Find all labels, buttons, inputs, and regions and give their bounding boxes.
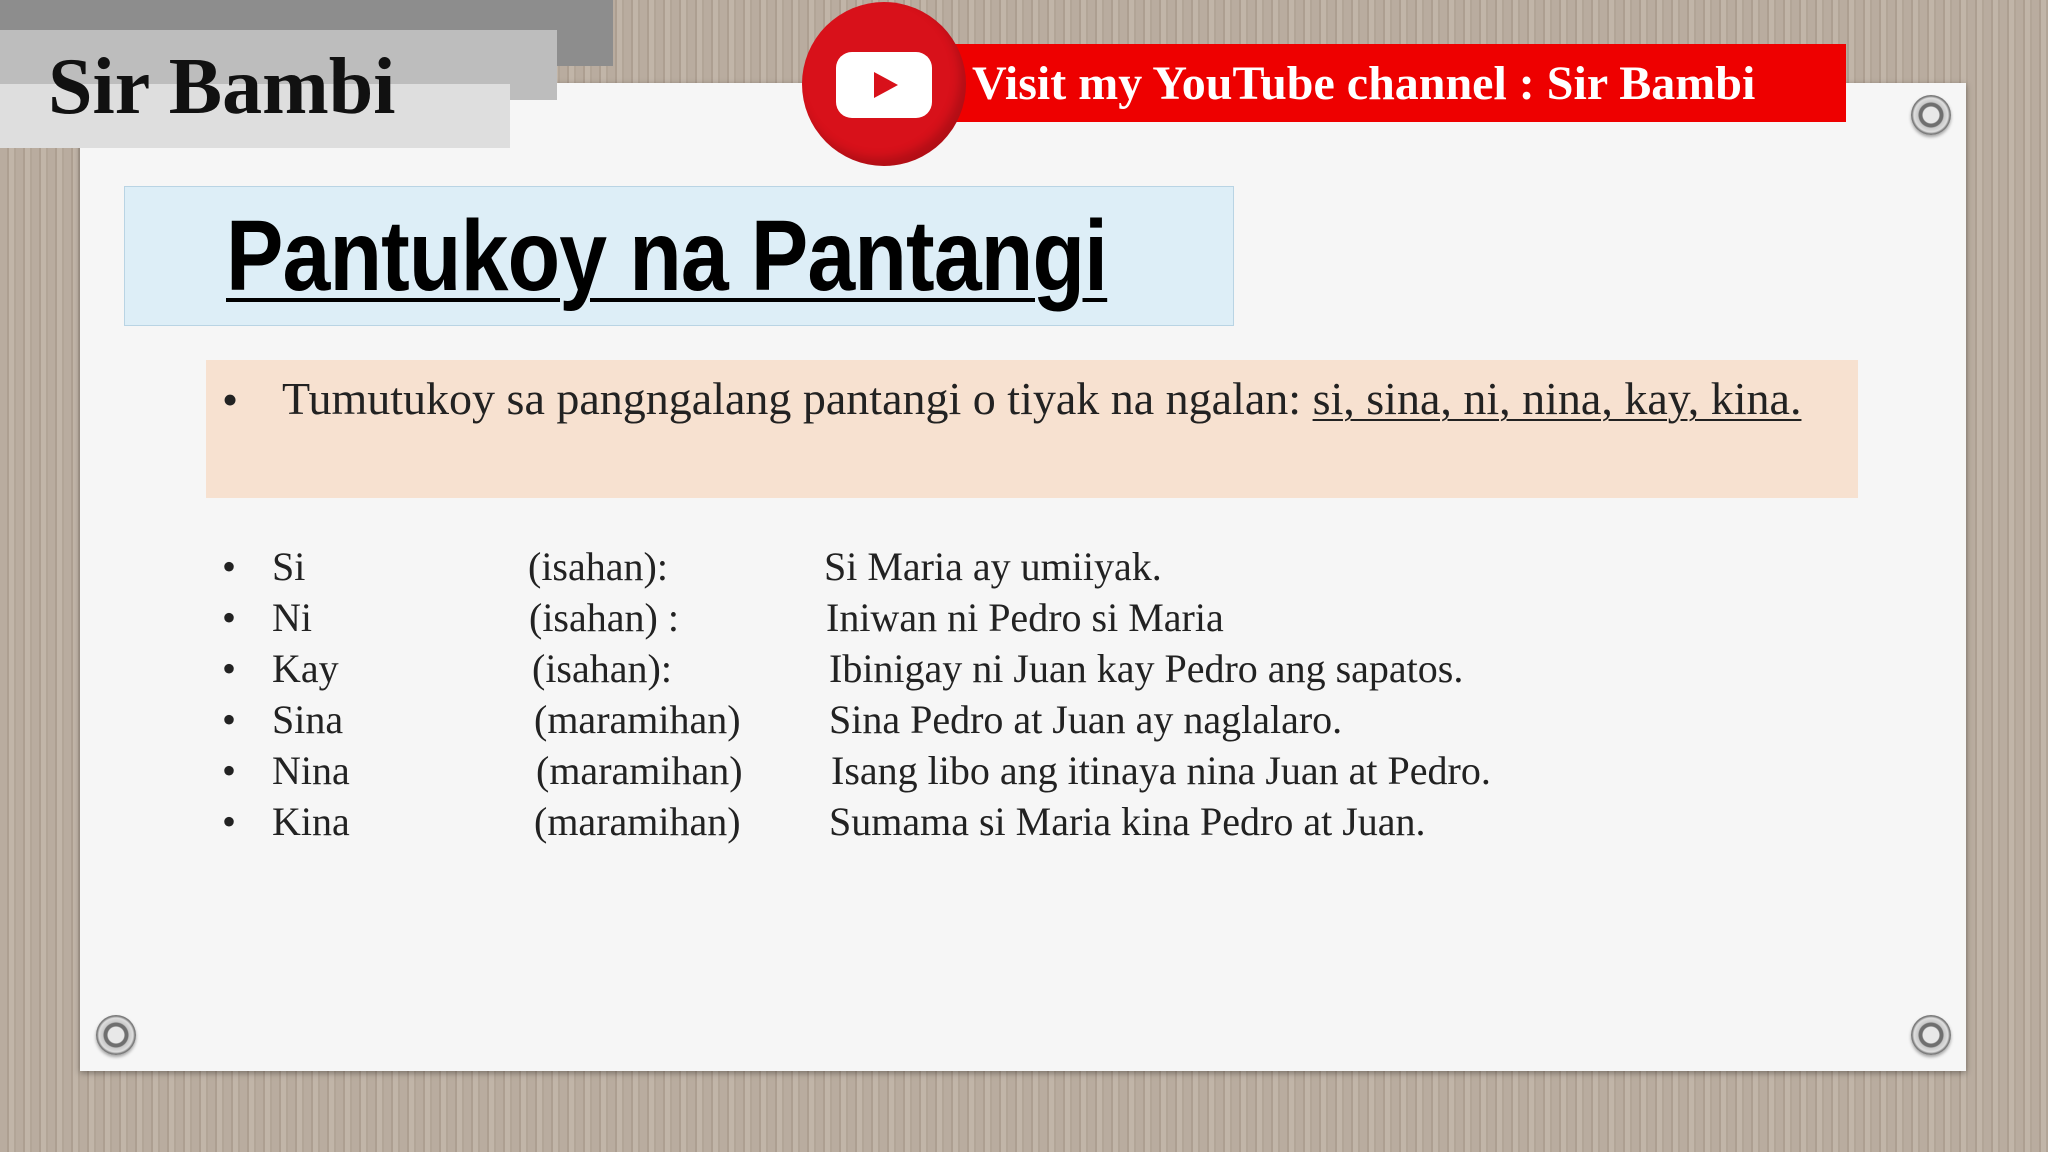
- article-number: (isahan):: [532, 646, 672, 691]
- article-example: Si Maria ay umiiyak.: [824, 544, 1162, 589]
- article-example: Sina Pedro at Juan ay naglalaro.: [829, 697, 1343, 742]
- article-term: Nina: [272, 748, 350, 793]
- article-term: Si: [272, 544, 306, 589]
- article-term: Kina: [272, 799, 350, 844]
- list-bullet: •: [222, 544, 237, 589]
- youtube-play-icon[interactable]: [836, 52, 932, 118]
- definition-bullet: •: [222, 374, 239, 425]
- definition-articles: si, sina, ni, nina, kay, kina.: [1312, 373, 1802, 424]
- article-example: Isang libo ang itinaya nina Juan at Pedr…: [831, 748, 1491, 793]
- article-number: (maramihan): [534, 799, 741, 844]
- article-number: (isahan):: [528, 544, 668, 589]
- article-example: Iniwan ni Pedro si Maria: [826, 595, 1224, 640]
- pin-top-right: [1911, 95, 1951, 135]
- article-number: (maramihan): [534, 697, 741, 742]
- definition-lead: Tumutukoy sa pangngalang pantangi o tiya…: [282, 373, 1313, 424]
- youtube-banner-text[interactable]: Visit my YouTube channel : Sir Bambi: [972, 52, 1755, 116]
- slide-title: Pantukoy na Pantangi: [226, 200, 1108, 312]
- list-bullet: •: [222, 595, 237, 640]
- brand-name: Sir Bambi: [48, 43, 396, 131]
- article-example: Sumama si Maria kina Pedro at Juan.: [829, 799, 1426, 844]
- article-term: Kay: [272, 646, 339, 691]
- article-number: (isahan) :: [529, 595, 679, 640]
- article-number: (maramihan): [536, 748, 743, 793]
- list-bullet: •: [222, 748, 237, 793]
- article-term: Sina: [272, 697, 344, 742]
- list-bullet: •: [222, 799, 237, 844]
- article-example: Ibinigay ni Juan kay Pedro ang sapatos.: [829, 646, 1464, 691]
- pin-bottom-right: [1911, 1015, 1951, 1055]
- article-term: Ni: [272, 595, 312, 640]
- list-bullet: •: [222, 697, 237, 742]
- pin-bottom-left: [96, 1015, 136, 1055]
- list-bullet: •: [222, 646, 237, 691]
- definition-text: Tumutukoy sa pangngalang pantangi o tiya…: [282, 368, 1842, 430]
